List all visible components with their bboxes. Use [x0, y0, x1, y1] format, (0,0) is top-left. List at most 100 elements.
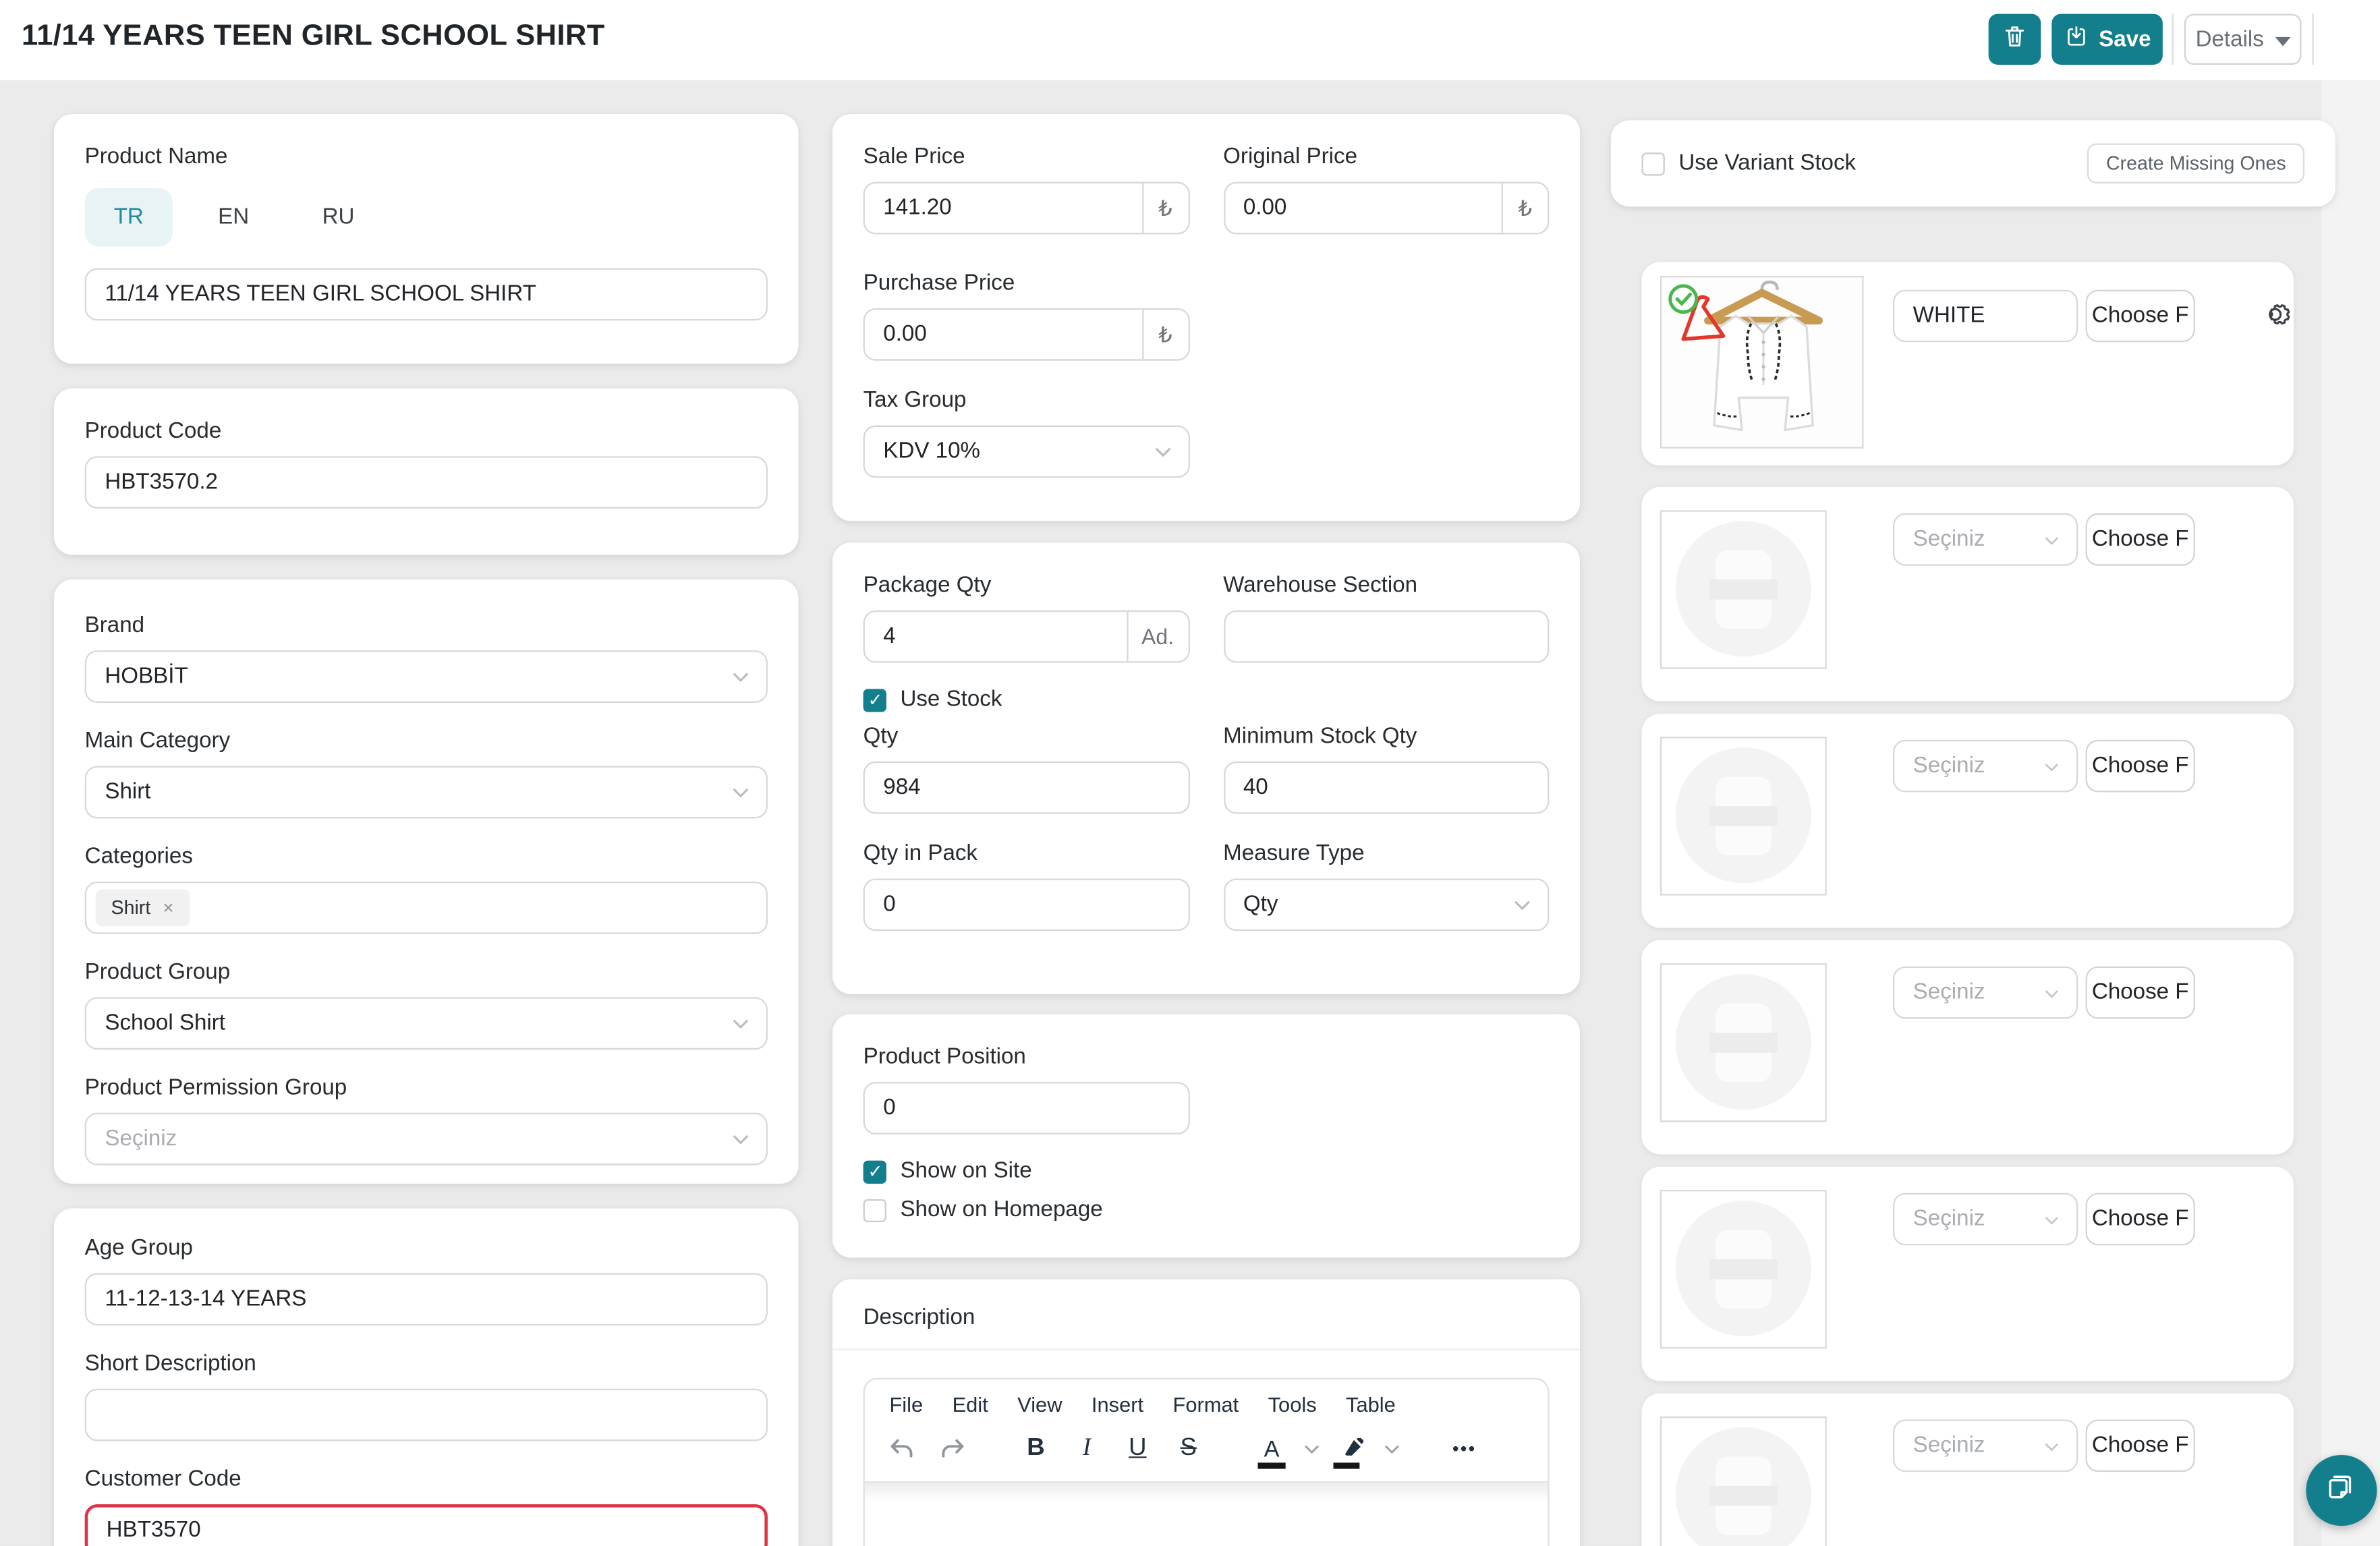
italic-icon[interactable]: I [1069, 1429, 1106, 1468]
category-chip: Shirt × [95, 889, 190, 927]
qty-in-pack-label: Qty in Pack [863, 841, 978, 867]
age-group-value: 11-12-13-14 YEARS [105, 1286, 307, 1312]
delete-button[interactable] [1988, 13, 2041, 65]
tab-language-ru[interactable]: RU [294, 188, 382, 247]
variant-color-select[interactable]: Seçiniz [1892, 1193, 2078, 1246]
customer-code-label: Customer Code [84, 1467, 242, 1492]
show-on-site-checkbox[interactable] [863, 1160, 886, 1183]
chip-remove-icon[interactable]: × [163, 897, 174, 919]
variant-color-select[interactable]: Seçiniz [1892, 1419, 2078, 1472]
pricing-card: Sale Price 141.20 ₺ Original Price 0.00 … [832, 114, 1581, 521]
menu-insert[interactable]: Insert [1092, 1394, 1143, 1416]
measure-type-select[interactable]: Qty [1223, 878, 1550, 932]
product-position-input[interactable]: 0 [863, 1082, 1189, 1135]
show-on-site-label: Show on Site [900, 1159, 1032, 1184]
choose-file-button[interactable]: Choose F [2085, 966, 2195, 1019]
create-missing-ones-button[interactable]: Create Missing Ones [2087, 143, 2305, 183]
menu-tools[interactable]: Tools [1268, 1394, 1317, 1416]
sale-price-input[interactable]: 141.20 [865, 183, 1141, 233]
save-button[interactable]: Save [2051, 13, 2163, 65]
original-price-input[interactable]: 0.00 [1224, 183, 1501, 233]
variant-color-select[interactable]: Seçiniz [1892, 966, 2078, 1019]
chevron-down-icon [732, 780, 749, 805]
main-category-select[interactable]: Shirt [84, 766, 768, 819]
underline-icon[interactable]: U [1119, 1429, 1156, 1468]
min-stock-qty-input[interactable]: 40 [1223, 761, 1550, 814]
permission-group-label: Product Permission Group [84, 1075, 347, 1101]
main-category-value: Shirt [105, 780, 151, 805]
editor-content-area[interactable] [864, 1481, 1548, 1546]
categories-tag-input[interactable]: Shirt × [84, 882, 768, 934]
categories-label: Categories [84, 844, 193, 869]
min-stock-qty-label: Minimum Stock Qty [1223, 724, 1417, 749]
variant-image-placeholder[interactable] [1660, 963, 1827, 1122]
text-color-icon[interactable]: A [1253, 1429, 1291, 1469]
highlight-color-icon[interactable] [1333, 1429, 1371, 1469]
trash-icon [2002, 23, 2027, 55]
chevron-down-icon[interactable] [1304, 1435, 1320, 1462]
variant-color-select[interactable]: Seçiniz [1892, 513, 2078, 566]
age-group-label: Age Group [84, 1236, 193, 1261]
purchase-price-input[interactable]: 0.00 [865, 310, 1141, 359]
use-variant-stock-checkbox[interactable] [1641, 152, 1665, 175]
menu-view[interactable]: View [1017, 1394, 1062, 1416]
variant-image-placeholder[interactable] [1660, 1190, 1827, 1349]
strikethrough-icon[interactable]: S [1170, 1429, 1207, 1468]
notes-floating-button[interactable] [2306, 1455, 2377, 1526]
gear-icon[interactable] [2255, 294, 2295, 334]
menu-table[interactable]: Table [1346, 1394, 1396, 1416]
tax-group-select[interactable]: KDV 10% [863, 425, 1189, 478]
pages-icon [2325, 1470, 2358, 1512]
variant-image-white-shirt[interactable] [1660, 276, 1864, 449]
tab-language-tr[interactable]: TR [84, 188, 173, 247]
menu-edit[interactable]: Edit [953, 1394, 988, 1416]
bold-icon[interactable]: B [1017, 1429, 1054, 1468]
product-code-input[interactable]: HBT3570.2 [84, 456, 768, 509]
details-button-label: Details [2195, 26, 2264, 52]
product-edit-page: 11/14 YEARS TEEN GIRL SCHOOL SHIRT Save … [0, 0, 2380, 1546]
chevron-down-icon [2044, 527, 2060, 552]
menu-format[interactable]: Format [1172, 1394, 1239, 1416]
permission-group-select[interactable]: Seçiniz [84, 1112, 768, 1166]
choose-file-button[interactable]: Choose F [2085, 513, 2195, 566]
variant-image-placeholder[interactable] [1660, 510, 1827, 669]
category-chip-label: Shirt [111, 896, 151, 919]
age-group-input[interactable]: 11-12-13-14 YEARS [84, 1273, 768, 1326]
show-on-homepage-label: Show on Homepage [900, 1197, 1103, 1223]
variant-image-placeholder[interactable] [1660, 1416, 1827, 1546]
redo-icon[interactable] [934, 1429, 971, 1468]
menu-file[interactable]: File [889, 1394, 923, 1416]
product-code-value: HBT3570.2 [105, 469, 219, 495]
product-group-label: Product Group [84, 960, 231, 985]
qty-in-pack-input[interactable]: 0 [863, 878, 1189, 932]
choose-file-button[interactable]: Choose F [2085, 1419, 2195, 1472]
tab-language-en[interactable]: EN [190, 188, 277, 247]
variant-color-input[interactable]: WHITE [1892, 289, 2078, 343]
product-group-select[interactable]: School Shirt [84, 997, 768, 1050]
warehouse-section-input[interactable] [1223, 610, 1550, 663]
choose-file-button[interactable]: Choose F [2085, 739, 2195, 793]
package-qty-input[interactable]: 4 [865, 612, 1126, 661]
customer-code-input[interactable]: HBT3570 [84, 1504, 768, 1546]
qty-input[interactable]: 984 [863, 761, 1189, 814]
undo-icon[interactable] [883, 1429, 920, 1468]
short-description-input[interactable] [84, 1388, 768, 1441]
editor-toolbar: B I U S A ••• [865, 1419, 1548, 1481]
choose-file-button[interactable]: Choose F [2085, 1193, 2195, 1246]
show-on-homepage-checkbox[interactable] [863, 1198, 886, 1222]
description-label: Description [832, 1280, 1581, 1350]
qty-label: Qty [863, 724, 899, 749]
brand-select[interactable]: HOBBİT [84, 650, 768, 703]
purchase-price-label: Purchase Price [863, 271, 1015, 296]
more-options-icon[interactable]: ••• [1446, 1429, 1483, 1468]
use-stock-checkbox[interactable] [863, 688, 886, 712]
product-name-label: Product Name [84, 144, 228, 170]
chevron-down-icon[interactable] [1384, 1435, 1400, 1462]
variant-image-placeholder[interactable] [1660, 737, 1827, 896]
qty-in-pack-value: 0 [883, 892, 896, 917]
choose-file-button[interactable]: Choose F [2085, 289, 2195, 343]
variant-color-select[interactable]: Seçiniz [1892, 739, 2078, 793]
details-dropdown-button[interactable]: Details [2184, 13, 2302, 65]
chevron-down-icon [2044, 1207, 2060, 1232]
product-name-input[interactable]: 11/14 YEARS TEEN GIRL SCHOOL SHIRT [84, 268, 768, 321]
